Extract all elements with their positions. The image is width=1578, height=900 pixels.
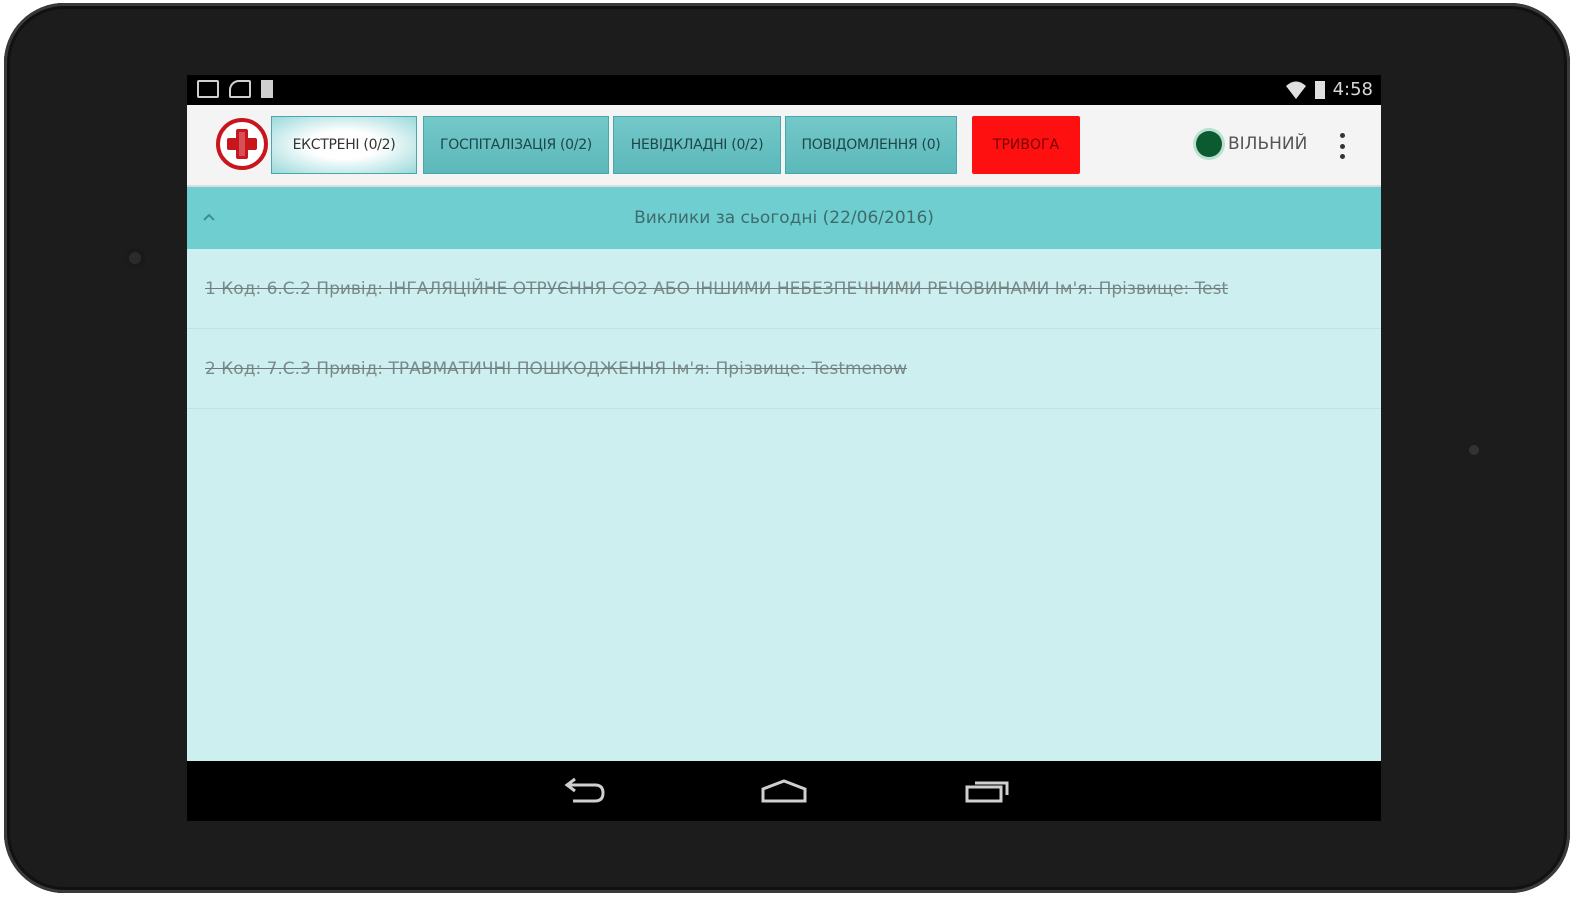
front-camera	[124, 247, 146, 269]
home-icon[interactable]	[759, 775, 809, 807]
recent-apps-icon[interactable]	[963, 775, 1013, 807]
gallery-icon	[197, 80, 219, 98]
list-item[interactable]: 2 Код: 7.C.3 Привід: ТРАВМАТИЧНІ ПОШКОДЖ…	[187, 329, 1381, 409]
clock: 4:58	[1332, 79, 1373, 100]
calls-group-header[interactable]: Виклики за сьогодні (22/06/2016)	[187, 187, 1381, 249]
app-toolbar: ЕКСТРЕНІ (0/2) ГОСПІТАЛІЗАЦІЯ (0/2) НЕВІ…	[187, 105, 1381, 187]
status-label: ВІЛЬНИЙ	[1228, 134, 1308, 154]
light-sensor	[1469, 445, 1479, 455]
group-title: Виклики за сьогодні (22/06/2016)	[634, 208, 934, 228]
battery-icon	[1314, 80, 1325, 99]
crew-status[interactable]: ВІЛЬНИЙ	[1196, 131, 1307, 157]
system-status-bar: 4:58	[187, 75, 1381, 105]
tab-emergency[interactable]: ЕКСТРЕНІ (0/2)	[271, 116, 417, 174]
app-container: ЕКСТРЕНІ (0/2) ГОСПІТАЛІЗАЦІЯ (0/2) НЕВІ…	[187, 105, 1381, 761]
status-indicator-dot	[1196, 131, 1222, 157]
sim-icon	[261, 80, 273, 98]
sync-icon	[229, 80, 251, 98]
tab-messages[interactable]: ПОВІДОМЛЕННЯ (0)	[785, 116, 957, 174]
tab-hospitalization[interactable]: ГОСПІТАЛІЗАЦІЯ (0/2)	[423, 116, 609, 174]
calls-list: 1 Код: 6.C.2 Привід: ІНГАЛЯЦІЙНЕ ОТРУЄНН…	[187, 249, 1381, 409]
medical-cross-icon[interactable]	[216, 118, 268, 170]
alarm-button[interactable]: ТРИВОГА	[972, 116, 1080, 174]
overflow-menu-icon[interactable]	[1337, 133, 1347, 159]
chevron-up-icon	[203, 213, 215, 221]
system-nav-bar	[187, 761, 1381, 821]
back-icon[interactable]	[559, 775, 609, 807]
list-item[interactable]: 1 Код: 6.C.2 Привід: ІНГАЛЯЦІЙНЕ ОТРУЄНН…	[187, 249, 1381, 329]
wifi-icon	[1285, 81, 1306, 99]
device-screen: 4:58 ЕКСТРЕНІ (0/2) ГОСПІТАЛІЗАЦІЯ (0/2)…	[187, 75, 1381, 821]
tab-urgent[interactable]: НЕВІДКЛАДНІ (0/2)	[613, 116, 781, 174]
